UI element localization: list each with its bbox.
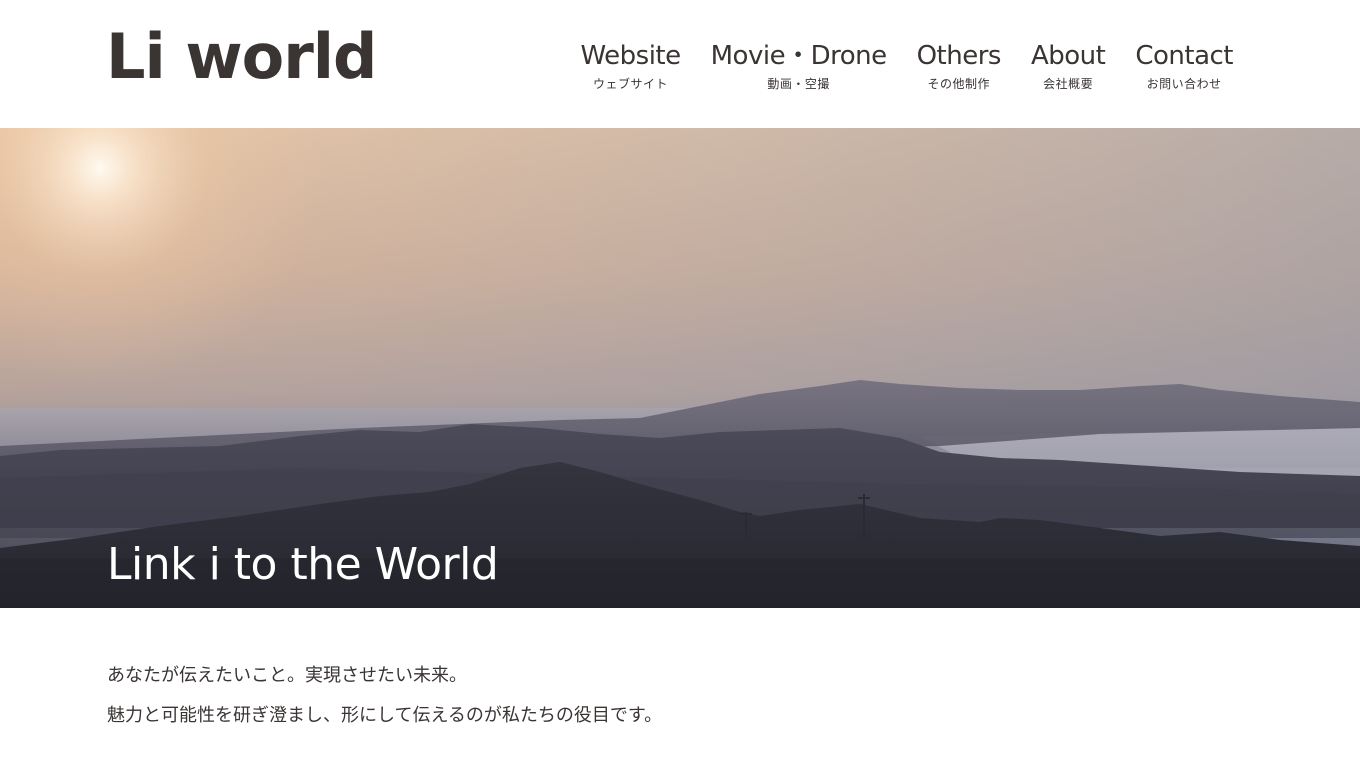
site-logo[interactable]: Li world — [106, 26, 377, 88]
nav-item-label: Contact — [1135, 41, 1233, 71]
nav-item-label: Website — [580, 41, 681, 71]
hero-title: Link i to the World — [107, 539, 499, 591]
nav-item-sublabel: ウェブサイト — [593, 77, 669, 91]
nav-item-contact[interactable]: Contact お問い合わせ — [1135, 40, 1233, 92]
intro-line-2: 魅力と可能性を研ぎ澄まし、形にして伝えるのが私たちの役目です。 — [107, 705, 663, 726]
nav-item-about[interactable]: About 会社概要 — [1030, 40, 1106, 92]
nav-item-movie-drone[interactable]: Movie・Drone 動画・空撮 — [711, 40, 887, 92]
main-nav: Website ウェブサイト Movie・Drone 動画・空撮 Others … — [580, 40, 1233, 92]
intro-text: あなたが伝えたいこと。実現させたい未来。 魅力と可能性を研ぎ澄まし、形にして伝え… — [107, 656, 662, 736]
nav-item-website[interactable]: Website ウェブサイト — [580, 40, 681, 92]
site-header: Li world Website ウェブサイト Movie・Drone 動画・空… — [0, 0, 1360, 128]
nav-item-sublabel: 会社概要 — [1043, 77, 1094, 91]
nav-item-label: Others — [916, 41, 1002, 71]
page: Li world Website ウェブサイト Movie・Drone 動画・空… — [0, 0, 1360, 762]
nav-item-sublabel: 動画・空撮 — [767, 77, 830, 91]
nav-item-label: About — [1030, 41, 1106, 71]
intro-line-1: あなたが伝えたいこと。実現させたい未来。 — [107, 665, 467, 686]
hero-landscape-image — [0, 128, 1360, 608]
hero-banner: Link i to the World — [0, 128, 1360, 608]
nav-item-label: Movie・Drone — [710, 41, 887, 71]
nav-item-sublabel: その他制作 — [927, 77, 991, 91]
nav-item-others[interactable]: Others その他制作 — [916, 40, 1002, 92]
nav-item-sublabel: お問い合わせ — [1146, 77, 1222, 91]
